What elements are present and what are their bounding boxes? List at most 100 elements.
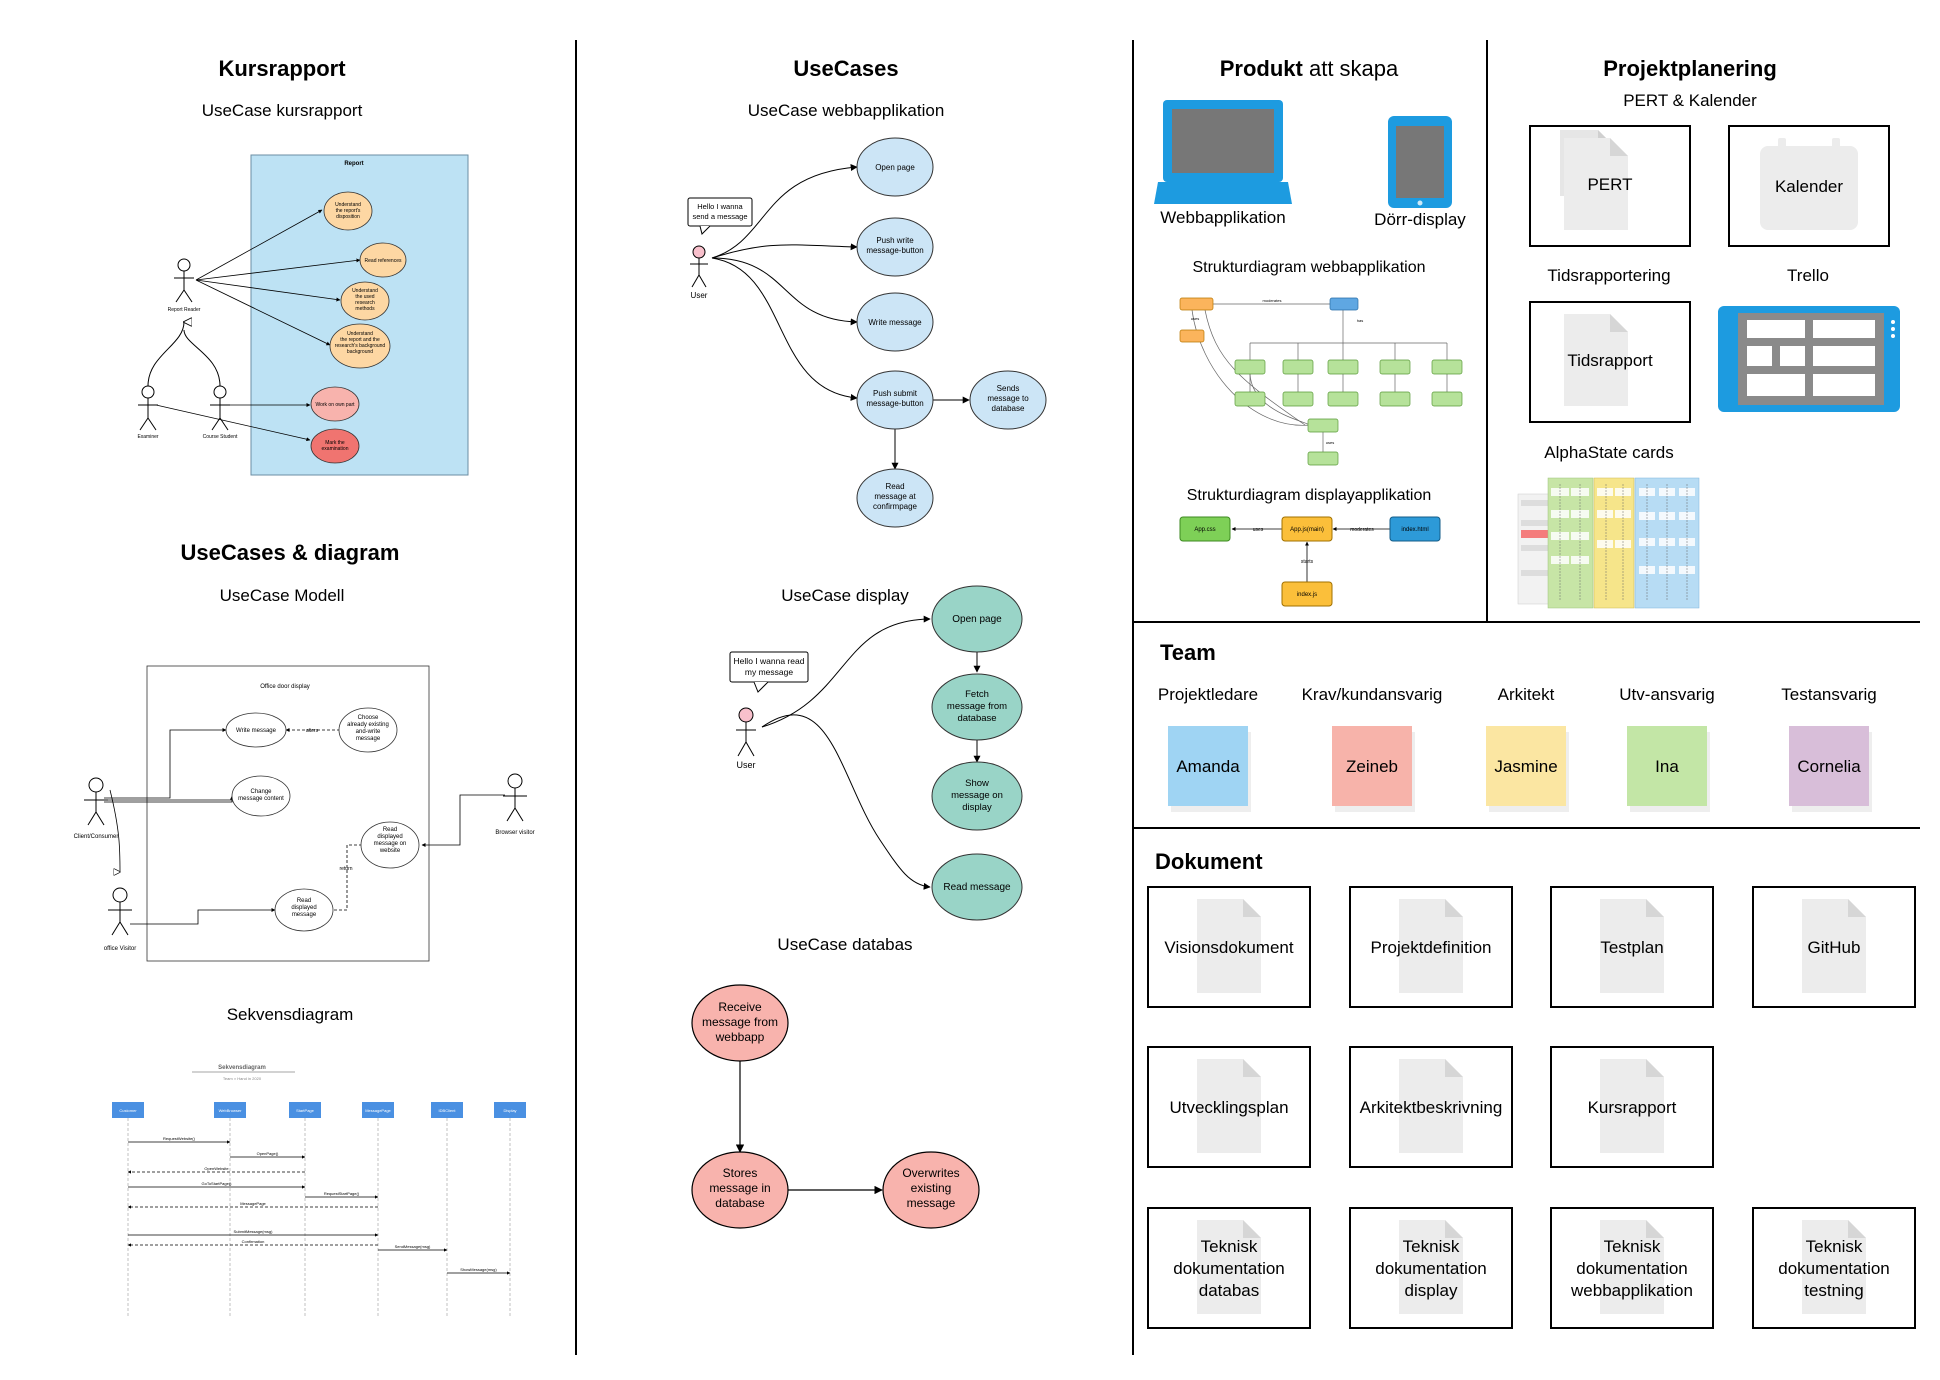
document-label: dokumentation: [1173, 1259, 1285, 1278]
document-label: Teknisk: [1604, 1237, 1661, 1256]
struktur-webb-title: Strukturdiagram webbapplikation: [1192, 259, 1425, 276]
tablet-icon: [1388, 116, 1452, 208]
document-label: databas: [1199, 1281, 1260, 1300]
webb-speech-text: Hello I wanna send a message: [692, 202, 747, 221]
display-actor-label: User: [736, 760, 755, 770]
dokument-title: Dokument: [1155, 849, 1263, 874]
document-label: dokumentation: [1778, 1259, 1890, 1278]
display-node-read: Read message: [943, 882, 1011, 893]
pert-card[interactable]: PERT: [1529, 125, 1691, 247]
seq-participant-label: Customer: [119, 1108, 137, 1113]
seq-participant-label: MessagePage: [365, 1108, 391, 1113]
document-label: Teknisk: [1201, 1237, 1258, 1256]
webbapp-label: Webbapplikation: [1160, 208, 1285, 227]
seq-message-label: RequestStartPage(): [324, 1191, 360, 1196]
document-label: dokumentation: [1375, 1259, 1487, 1278]
actor-course-student-label: Course Student: [203, 434, 238, 440]
document-label: webbapplikation: [1570, 1281, 1693, 1300]
team-member-jasmine: Arkitekt Jasmine: [1486, 685, 1569, 812]
webb-node-label: Push submit message-button: [866, 389, 923, 408]
team-role: Utv-ansvarig: [1619, 685, 1714, 704]
tidsrapport-card[interactable]: Tidsrapport: [1529, 301, 1691, 423]
usecases-diagram-subtitle: UseCase Modell: [220, 586, 345, 605]
seq-message-label: OpenWebsite: [204, 1166, 229, 1171]
document-card[interactable]: Projektdefinition: [1349, 886, 1513, 1008]
document-label: Projektdefinition: [1371, 938, 1492, 957]
kalender-card-label: Kalender: [1775, 177, 1843, 196]
document-card[interactable]: Teknisk dokumentation databas: [1147, 1207, 1311, 1329]
usecase-modell-diagram: Office door display Client/Consumer offi…: [74, 665, 535, 962]
kalender-card[interactable]: Kalender: [1728, 125, 1890, 247]
team-member-name: Amanda: [1176, 757, 1240, 776]
kursrapport-title: Kursrapport: [218, 56, 346, 81]
document-card[interactable]: Arkitektbeskrivning: [1349, 1046, 1513, 1168]
team-member-amanda: Projektledare Amanda: [1158, 685, 1258, 812]
usecases-title: UseCases: [793, 56, 898, 81]
struktur-display-starts: starts: [1301, 559, 1314, 565]
webb-node-write: Write message: [868, 318, 922, 327]
sekvens-diagram-title: Sekvensdiagram: [218, 1065, 266, 1071]
uc-label: Mark the examination: [322, 440, 349, 452]
team-member-name: Cornelia: [1797, 757, 1861, 776]
tidsrapport-card-label: Tidsrapport: [1567, 351, 1653, 370]
actor-report-reader-label: Report Reader: [168, 307, 201, 313]
display-label: Dörr-display: [1374, 210, 1466, 229]
actor-examiner: [138, 385, 158, 431]
databas-subtitle: UseCase databas: [777, 935, 912, 954]
trello-board-icon[interactable]: [1718, 306, 1900, 412]
seq-participant-label: WebBrowser: [219, 1108, 242, 1113]
databas-usecase-diagram: Receive message from webbapp Stores message…: [691, 984, 980, 1229]
kursrapport-subtitle: UseCase kursrapport: [202, 101, 363, 120]
team-member-name: Ina: [1655, 757, 1679, 776]
actor-report-reader: [174, 258, 194, 303]
team-member-cornelia: Testansvarig Cornelia: [1781, 685, 1877, 812]
webb-actor-label: User: [691, 291, 708, 300]
uc-label: Understand the used research methods: [352, 288, 378, 312]
webb-actor: [690, 245, 708, 288]
alphastate-label: AlphaState cards: [1544, 443, 1673, 462]
document-card[interactable]: Kursrapport: [1550, 1046, 1714, 1168]
document-card[interactable]: Teknisk dokumentation webbapplikation: [1550, 1207, 1714, 1329]
team-role: Arkitekt: [1498, 685, 1555, 704]
struktur-webb-uses: uses: [1191, 316, 1199, 321]
sequence-diagram: Sekvensdiagram Team × Hand in 2020 Custo…: [112, 1065, 526, 1318]
document-card[interactable]: Teknisk dokumentation testning: [1752, 1207, 1916, 1329]
document-card[interactable]: Teknisk dokumentation display: [1349, 1207, 1513, 1329]
document-label: Utvecklingsplan: [1169, 1098, 1288, 1117]
document-card[interactable]: Utvecklingsplan: [1147, 1046, 1311, 1168]
actor-examiner-label: Examiner: [137, 434, 158, 440]
node-index-html-label: index.html: [1401, 527, 1428, 533]
seq-message-label: MessagePage: [240, 1201, 266, 1206]
document-label: Visionsdokument: [1164, 938, 1293, 957]
document-label: Kursrapport: [1588, 1098, 1677, 1117]
seq-participant-label: Display: [503, 1108, 516, 1113]
team-role: Testansvarig: [1781, 685, 1876, 704]
team-member-zeineb: Krav/kundansvarig Zeineb: [1302, 685, 1442, 812]
document-card[interactable]: GitHub: [1752, 886, 1916, 1008]
document-label: display: [1405, 1281, 1458, 1300]
struktur-webb-uses-2: uses: [1326, 440, 1334, 445]
uc-label: Understand the report's disposition: [335, 202, 361, 220]
databas-node-label: Overwrites existing message: [902, 1166, 959, 1210]
team-member-ina: Utv-ansvarig Ina: [1619, 685, 1715, 812]
team-role: Projektledare: [1158, 685, 1258, 704]
actor-browser-visitor-label: Browser visitor: [495, 830, 534, 836]
kursrapport-usecase-diagram: Report Report Reader Examiner Course Stu…: [137, 154, 469, 476]
document-card[interactable]: Visionsdokument: [1147, 886, 1311, 1008]
seq-message-label: ShowMessage(msg): [460, 1267, 497, 1272]
struktur-webb-diagram: moderates uses has uses: [1179, 297, 1463, 466]
webb-usecase-diagram: Hello I wanna send a message User Open pa…: [687, 137, 1047, 528]
seq-message-label: SendMessage(msg): [395, 1244, 431, 1249]
document-label: Testplan: [1600, 938, 1663, 957]
seq-participant-label: IDBClient: [439, 1108, 457, 1113]
node-app-css-label: App.css: [1194, 527, 1215, 533]
seq-message-label: OpenPage(): [257, 1151, 279, 1156]
document-label: testning: [1804, 1281, 1864, 1300]
seq-message-label: SubmitMessage(msg): [234, 1229, 274, 1234]
struktur-display-diagram: uses moderates starts App.css App.js(mai…: [1179, 516, 1441, 607]
uc-read-references-label: Read references: [365, 258, 402, 264]
document-card[interactable]: Testplan: [1550, 886, 1714, 1008]
display-usecase-diagram: Hello I wanna read my message User Open p…: [729, 585, 1023, 921]
modell-return-label: return: [339, 866, 352, 872]
team-member-name: Zeineb: [1346, 757, 1398, 776]
